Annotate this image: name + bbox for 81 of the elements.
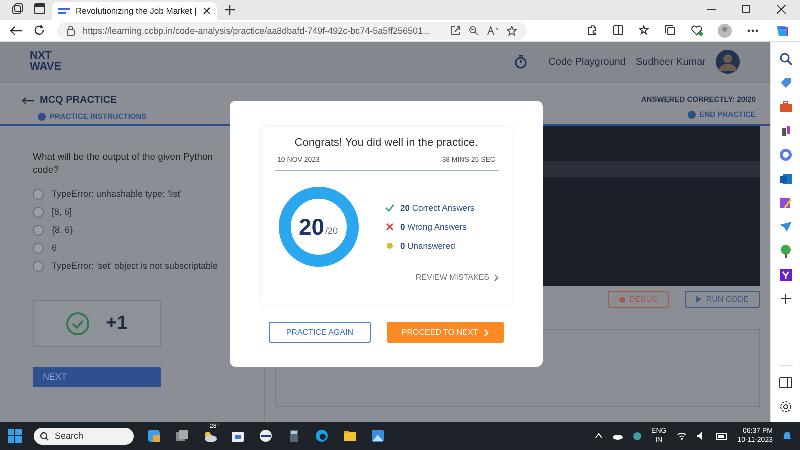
chevron-up-icon[interactable] [594, 433, 603, 439]
bug-icon [618, 296, 626, 303]
notification-bell-icon[interactable] [783, 431, 792, 441]
check-circle-icon [66, 312, 90, 336]
timer-icon[interactable] [514, 55, 527, 69]
new-tab-icon[interactable] [225, 5, 235, 15]
stat-text: 0 Unanswered [400, 241, 456, 251]
radio-button[interactable] [33, 225, 44, 236]
close-icon[interactable] [777, 5, 786, 14]
tab-actions-icon[interactable] [34, 3, 46, 15]
folder-icon[interactable] [342, 428, 358, 444]
user-name: Sudheer Kumar [636, 56, 706, 68]
radio-button[interactable] [33, 261, 44, 272]
share-icon[interactable] [451, 26, 461, 36]
score-total: /20 [326, 226, 338, 236]
maximize-icon[interactable] [742, 5, 751, 14]
chevron-right-icon [484, 328, 490, 336]
search-icon [40, 432, 49, 440]
score-increment: +1 [106, 312, 128, 334]
photos-icon[interactable] [370, 428, 386, 444]
plus-icon[interactable] [778, 292, 792, 306]
score: 20 [298, 214, 325, 240]
task-view-icon[interactable] [174, 428, 190, 444]
ring-icon[interactable] [778, 148, 792, 162]
paper-plane-icon[interactable] [778, 220, 792, 234]
option-label: TypeError: unhashable type: 'list' [52, 189, 182, 200]
start-icon[interactable] [8, 429, 22, 443]
cross-icon [386, 223, 394, 231]
tree-icon[interactable] [778, 244, 792, 258]
split-screen-icon[interactable] [613, 25, 624, 36]
cloud-icon[interactable] [612, 432, 623, 440]
letter-y-icon[interactable] [778, 268, 792, 282]
tag-icon[interactable] [778, 76, 792, 90]
close-icon[interactable] [203, 7, 211, 15]
lock-icon [67, 26, 75, 36]
back-icon[interactable] [10, 26, 22, 36]
more-icon[interactable] [747, 28, 759, 32]
settings-icon[interactable] [778, 400, 792, 414]
workspaces-icon[interactable] [12, 3, 24, 15]
radio-button[interactable] [33, 207, 44, 218]
search-field[interactable]: Search [34, 428, 134, 444]
star-icon[interactable] [507, 26, 517, 36]
proceed-to-next-button[interactable]: PROCEED TO NEXT [386, 322, 504, 343]
stat-text: 20 Correct Answers [400, 203, 475, 213]
option-label: [8, 6] [52, 207, 72, 218]
page-title: MCQ PRACTICE [40, 95, 118, 106]
read-aloud-icon[interactable] [487, 26, 499, 36]
address-bar[interactable]: https://learning.ccbp.in/code-analysis/practice/aa8dbafd-749f-492c-bc74-5a5ff256501... [57, 22, 527, 40]
site-favicon [58, 7, 70, 15]
code-playground-link[interactable]: Code Playground [548, 56, 626, 68]
radio-button[interactable] [33, 243, 44, 254]
check-icon [384, 204, 394, 212]
battery-icon[interactable] [716, 432, 728, 440]
zoom-icon[interactable] [469, 26, 479, 36]
wifi-icon[interactable] [676, 432, 687, 440]
pencil-icon[interactable] [778, 196, 792, 210]
play-icon [696, 296, 702, 303]
collections-icon[interactable] [665, 25, 676, 36]
option-label: 6 [52, 243, 58, 254]
favorites-icon[interactable] [639, 25, 650, 36]
next-button[interactable]: NEXT [33, 367, 161, 387]
congrats-title: Congrats! You did well in the practice. [294, 137, 480, 149]
review-mistakes-link[interactable]: REVIEW MISTAKES [416, 273, 498, 282]
browser-tab[interactable]: Revolutionizing the Job Market | [52, 2, 217, 20]
question-text: What will be the output of the given Python code? [33, 151, 214, 177]
avatar-icon [716, 50, 740, 74]
sidebar-toggle-icon[interactable] [778, 376, 792, 390]
practice-again-button[interactable]: PRACTICE AGAIN [268, 322, 371, 343]
dot-icon [386, 243, 392, 249]
briefcase-icon[interactable] [778, 100, 792, 114]
profile-icon[interactable] [718, 24, 732, 38]
option-label: {8, 6} [52, 225, 74, 236]
chevron-right-icon [494, 274, 498, 282]
logo[interactable]: NXT WAVE [30, 51, 90, 73]
search-icon[interactable] [778, 52, 792, 66]
option-label: TypeError: 'set' object is not subscriptable [52, 261, 218, 272]
stat-text: 0 Wrong Answers [400, 222, 467, 232]
extensions-icon[interactable] [587, 25, 598, 36]
refresh-icon[interactable] [34, 25, 45, 36]
radio-button[interactable] [33, 189, 44, 200]
back-arrow-icon[interactable] [22, 96, 34, 104]
